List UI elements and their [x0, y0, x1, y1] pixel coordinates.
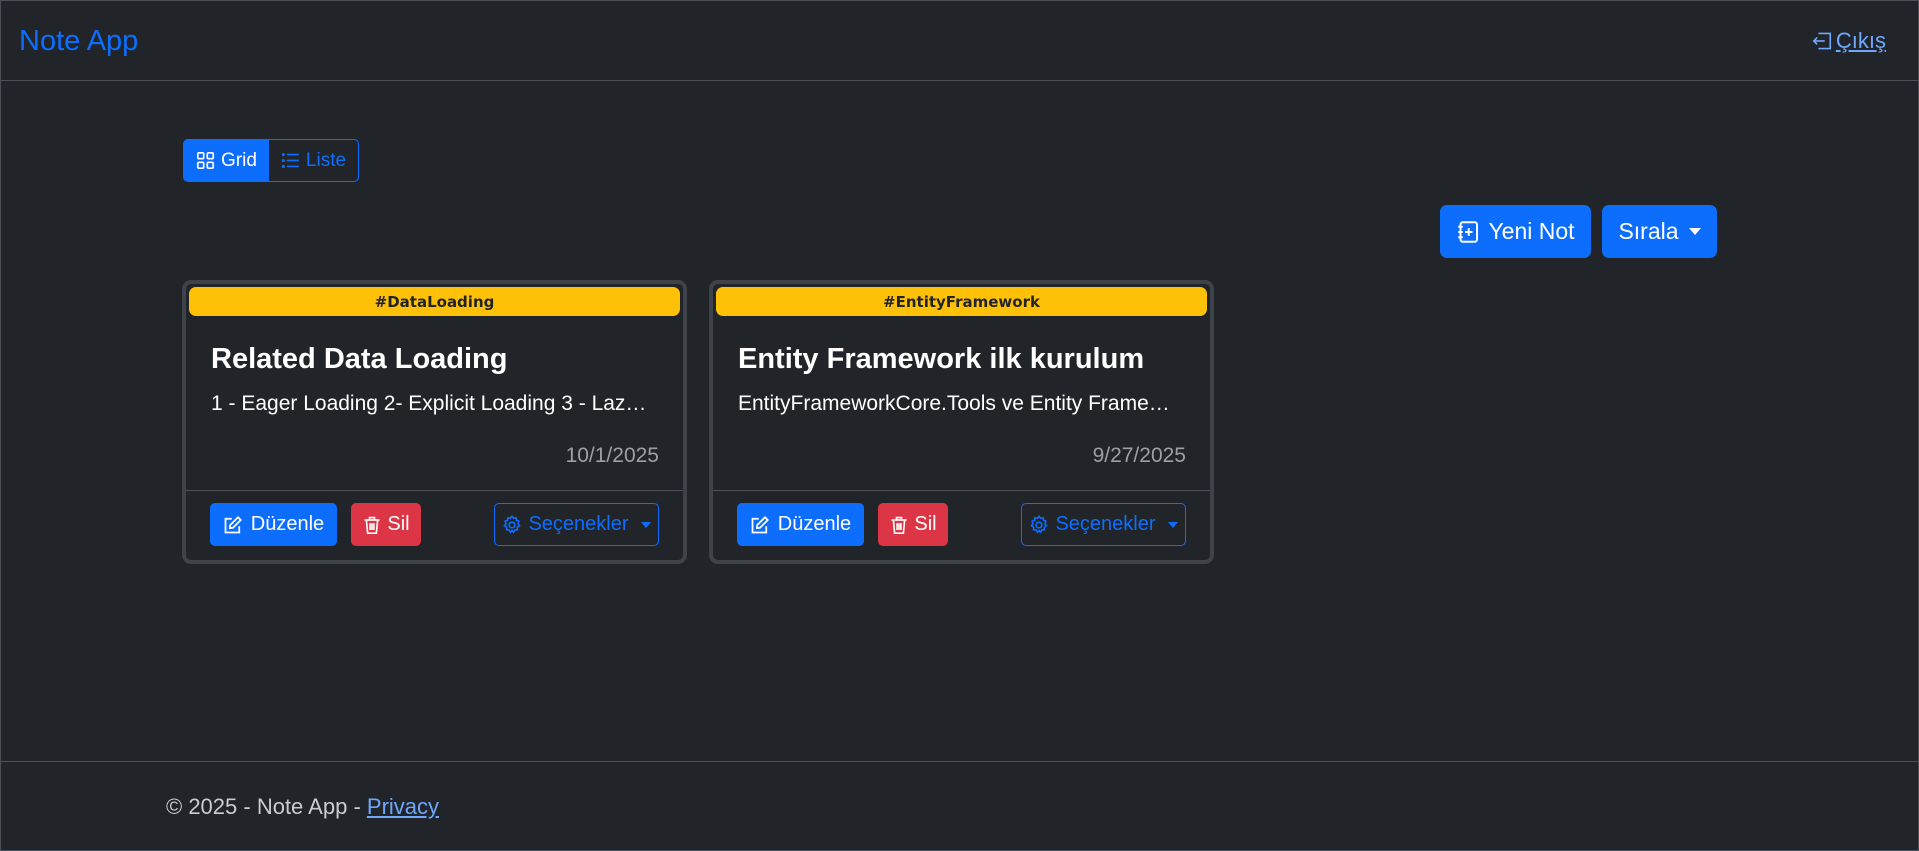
copyright-text: © 2025 - Note App - [166, 794, 367, 819]
caret-down-icon [1688, 228, 1701, 235]
app-window: Note App Çıkış Grid Liste Yeni Not Sıral… [0, 0, 1919, 851]
edit-label: Düzenle [777, 513, 852, 535]
note-card-footer: Düzenle Sil Seçenekler [713, 490, 1210, 560]
note-excerpt: 1 - Eager Loading 2- Explicit Loading 3 … [211, 392, 651, 415]
new-note-button[interactable]: Yeni Not [1440, 205, 1591, 258]
options-dropdown-button[interactable]: Seçenekler [1021, 503, 1186, 546]
note-tag: #EntityFramework [716, 287, 1207, 316]
list-view-label: Liste [305, 149, 347, 171]
grid-icon [196, 151, 215, 170]
delete-label: Sil [914, 513, 937, 535]
note-date: 9/27/2025 [1092, 444, 1186, 467]
edit-note-button[interactable]: Düzenle [210, 503, 337, 546]
caret-down-icon [1167, 521, 1178, 528]
gear-icon [1030, 514, 1049, 534]
grid-view-button[interactable]: Grid [184, 140, 269, 181]
new-note-label: Yeni Not [1488, 218, 1575, 244]
list-icon [281, 153, 299, 168]
footer: © 2025 - Note App - Privacy [1, 761, 1918, 851]
logout-icon [1812, 32, 1831, 50]
trash-icon [891, 516, 907, 534]
note-card-footer: Düzenle Sil Seçenekler [186, 490, 683, 560]
grid-view-label: Grid [221, 149, 257, 171]
gear-icon [503, 514, 522, 534]
privacy-link[interactable]: Privacy [367, 794, 439, 819]
footer-text-container: © 2025 - Note App - Privacy [166, 794, 439, 820]
brand-link[interactable]: Note App [19, 25, 138, 58]
list-view-button[interactable]: Liste [269, 140, 358, 181]
delete-label: Sil [387, 513, 410, 535]
logout-link[interactable]: Çıkış [1811, 28, 1886, 54]
options-label: Seçenekler [528, 513, 629, 535]
caret-down-icon [640, 521, 651, 528]
note-excerpt: EntityFrameworkCore.Tools ve Entity Fram… [738, 392, 1178, 415]
delete-note-button[interactable]: Sil [878, 503, 948, 546]
logout-label: Çıkış [1835, 28, 1886, 53]
navbar: Note App Çıkış [1, 1, 1918, 81]
sort-dropdown-button[interactable]: Sırala [1602, 205, 1717, 258]
view-toggle: Grid Liste [183, 139, 360, 182]
delete-note-button[interactable]: Sil [351, 503, 421, 546]
note-title: Entity Framework ilk kurulum [738, 343, 1145, 375]
journal-plus-icon [1458, 220, 1479, 243]
note-date: 10/1/2025 [565, 444, 659, 467]
edit-note-button[interactable]: Düzenle [737, 503, 864, 546]
edit-icon [224, 515, 242, 533]
note-card: #EntityFramework Entity Framework ilk ku… [709, 280, 1214, 564]
trash-icon [364, 516, 380, 534]
note-title: Related Data Loading [211, 343, 508, 375]
options-dropdown-button[interactable]: Seçenekler [494, 503, 659, 546]
edit-icon [751, 515, 769, 533]
note-card: #DataLoading Related Data Loading 1 - Ea… [182, 280, 687, 564]
edit-label: Düzenle [250, 513, 325, 535]
options-label: Seçenekler [1055, 513, 1156, 535]
note-tag: #DataLoading [189, 287, 680, 316]
sort-label: Sırala [1618, 218, 1679, 244]
